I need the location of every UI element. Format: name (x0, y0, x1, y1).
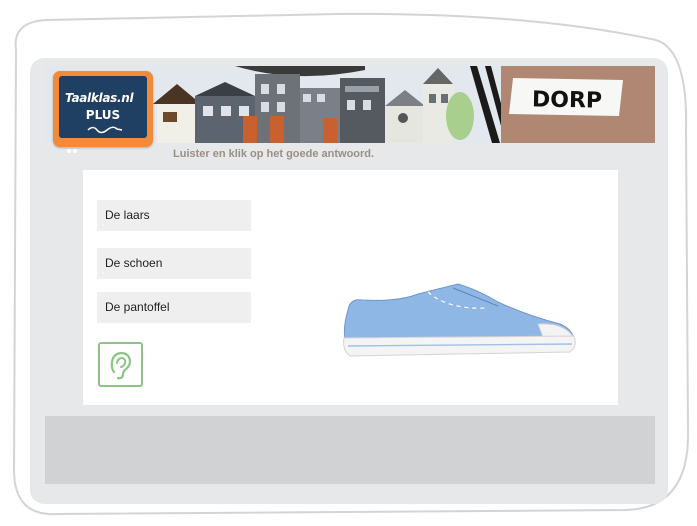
answer-option-laars[interactable]: De laars (97, 200, 251, 231)
instruction-text: Luister en klik op het goede antwoord. (173, 148, 375, 160)
logo-plus-text: PLUS (85, 108, 121, 122)
logo-dots (67, 140, 79, 158)
answer-option-schoen[interactable]: De schoen (97, 248, 251, 279)
logo-board: Taalklas.nl PLUS (59, 76, 147, 138)
exercise-card: De laars De schoen De pantoffel (83, 170, 618, 405)
sneaker-image (343, 283, 576, 357)
taalklas-logo[interactable]: Taalklas.nl PLUS (53, 71, 153, 153)
answer-option-pantoffel[interactable]: De pantoffel (97, 292, 251, 323)
dorp-sign-text: DORP (531, 87, 603, 114)
logo-text: Taalklas.nl (65, 91, 134, 105)
listen-button[interactable] (98, 342, 143, 387)
scribble-icon (87, 126, 123, 134)
ear-icon (110, 351, 132, 380)
footer-bar (45, 416, 655, 484)
